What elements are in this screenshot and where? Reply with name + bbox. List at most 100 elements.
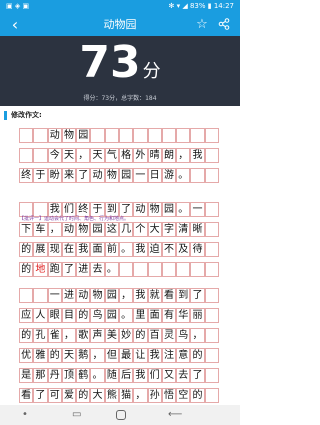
essay-cell (33, 128, 48, 143)
essay-cell: 最 (118, 348, 134, 363)
essay-cell: 雀 (47, 328, 62, 343)
status-right-info: ✻ ▾ ◢ 83% ▮ 14:27 (168, 2, 234, 10)
essay-cell (19, 128, 34, 143)
essay-cell: 一 (133, 168, 148, 183)
essay-cell (204, 308, 219, 323)
essay-cell (90, 128, 105, 143)
essay-row: 的展现在我面前。我迫不及待 (19, 242, 219, 257)
essay-cell: 爱 (61, 388, 77, 403)
essay-cell: 动 (90, 168, 105, 183)
essay-row: 优雅的天鹅，但最让我注意的 (19, 348, 219, 363)
essay-row: 一进动物园，我就看到了 (19, 288, 219, 303)
essay-cell: 有 (161, 308, 177, 323)
essay-cell: ， (61, 328, 77, 343)
essay-cell (133, 128, 148, 143)
essay-cell: 园 (118, 168, 134, 183)
essay-cell: 优 (19, 348, 34, 363)
essay-row: 应人眼目的鸟园。里面有华丽 (19, 308, 219, 323)
essay-cell: 。 (90, 368, 105, 383)
essay-cell: 我 (147, 348, 162, 363)
nav-back-icon[interactable]: ⟵ (168, 405, 182, 425)
score-unit: 分 (142, 61, 161, 82)
essay-row: 今天，天气格外晴朗，我 (19, 148, 219, 163)
essay-cell: 让 (133, 348, 148, 363)
essay-cell: 的 (76, 308, 91, 323)
essay-cell: 待 (190, 242, 205, 257)
essay-cell: 大 (90, 388, 105, 403)
essay-cell (176, 262, 191, 277)
essay-cell: 去 (176, 368, 191, 383)
essay-cell: 。 (176, 168, 191, 183)
essay-cell: 物 (90, 288, 105, 303)
essay-cell: 熊 (104, 388, 119, 403)
essay-cell: 日 (147, 168, 162, 183)
essay-cell: 的 (19, 242, 34, 257)
system-nav-bar: • ▭ ⟵ (0, 405, 240, 425)
recent-apps-icon[interactable]: ▭ (72, 405, 81, 425)
essay-cell: 了 (61, 262, 77, 277)
essay-cell (147, 262, 162, 277)
essay-cell: ， (76, 148, 91, 163)
essay-cell: 又 (161, 368, 177, 383)
essay-cell (204, 128, 219, 143)
essay-cell: 到 (176, 288, 191, 303)
essay-cell: 意 (176, 348, 191, 363)
essay-cell: 我 (133, 242, 148, 257)
status-left-icons: ▣ ◈ ▣ (6, 2, 30, 10)
essay-cell: 跑 (47, 262, 62, 277)
essay-cell: 鸟 (90, 308, 105, 323)
essay-cell: 格 (118, 148, 134, 163)
nav-dot-icon[interactable]: • (22, 405, 28, 425)
essay-cell: 孙 (147, 388, 162, 403)
essay-cell: 终 (19, 168, 34, 183)
essay-cell (190, 262, 205, 277)
essay-cell (118, 128, 134, 143)
essay-cell: 我 (190, 148, 205, 163)
essay-cell: 现 (47, 242, 62, 257)
essay-cell: 我 (133, 368, 148, 383)
essay-cell: 动 (76, 288, 91, 303)
essay-cell: 及 (176, 242, 191, 257)
star-icon[interactable]: ☆ (192, 14, 212, 36)
essay-cell (204, 328, 219, 343)
essay-cell: 了 (190, 368, 205, 383)
essay-cell: 歌 (76, 328, 91, 343)
essay-cell (147, 128, 162, 143)
essay-cell: ， (90, 348, 105, 363)
essay-cell: 华 (176, 308, 191, 323)
essay-row: 动物园 (19, 128, 219, 143)
essay-cell (204, 148, 219, 163)
essay-cell (204, 222, 219, 237)
essay-cell: 我 (76, 242, 91, 257)
home-icon[interactable] (116, 410, 126, 420)
essay-cell: 随 (104, 368, 119, 383)
essay-cell: 那 (33, 368, 48, 383)
essay-cell: 晴 (147, 148, 162, 163)
essay-cell (161, 128, 177, 143)
essay-cell: 人 (33, 308, 48, 323)
essay-cell: 的 (190, 348, 205, 363)
essay-cell: 顶 (61, 368, 77, 383)
essay-cell: 展 (33, 242, 48, 257)
essay-cell (204, 368, 219, 383)
essay-cell: ， (190, 328, 205, 343)
share-icon[interactable] (214, 14, 234, 36)
essay-cell: 今 (47, 148, 62, 163)
essay-cell (104, 128, 119, 143)
essay-cell: 了 (190, 288, 205, 303)
essay-cell: 可 (47, 388, 62, 403)
essay-cell: 注 (161, 348, 177, 363)
essay-cell: 鸟 (176, 328, 191, 343)
essay-cell: 里 (133, 308, 148, 323)
essay-cell: 来 (61, 168, 77, 183)
essay-cell: 应 (19, 308, 34, 323)
essay-cell (161, 262, 177, 277)
essay-cell: 不 (161, 242, 177, 257)
essay-cell: 进 (61, 288, 77, 303)
essay-row: 是那丹顶鹤。随后我们又去了 (19, 368, 219, 383)
essay-cell: 。 (118, 242, 134, 257)
essay-cell: 迫 (147, 242, 162, 257)
score-display: 73 分 (0, 40, 240, 86)
essay-cell: 的 (190, 388, 205, 403)
essay-cell: 了 (33, 388, 48, 403)
